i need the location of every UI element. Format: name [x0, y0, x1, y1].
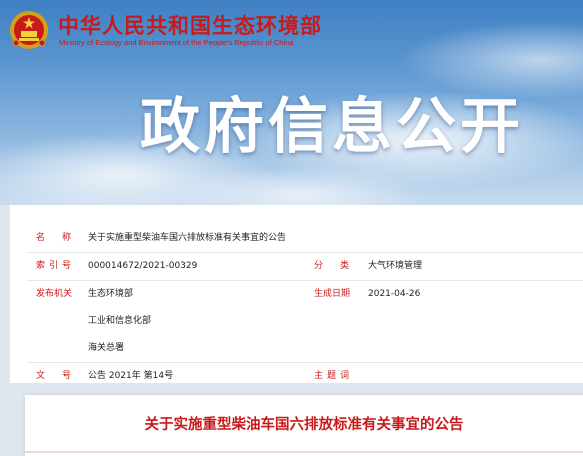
- ministry-name-cn[interactable]: 中华人民共和国生态环境部: [58, 10, 322, 40]
- ministry-name-en: Ministry of Ecology and Environment of t…: [59, 38, 294, 47]
- metadata-row-issuer: 发布机关 生态环境部 工业和信息化部 海关总署 生成日期 2021-04-26: [27, 281, 583, 363]
- banner-title: 政府信息公开: [140, 92, 524, 162]
- category-label: 分 类: [314, 261, 354, 271]
- name-label: 名 称: [36, 233, 76, 243]
- metadata-row-docno: 文 号 公告 2021年 第14号 主题词: [27, 363, 583, 390]
- title-divider: [25, 451, 583, 453]
- issuer-value-2: 工业和信息化部: [88, 316, 152, 326]
- category-value: 大气环境管理: [368, 261, 423, 271]
- issuer-value-3: 海关总署: [88, 343, 125, 353]
- date-value: 2021-04-26: [368, 289, 421, 299]
- docno-label: 文 号: [36, 371, 76, 381]
- index-value: 000014672/2021-00329: [88, 261, 198, 271]
- docno-value: 公告 2021年 第14号: [88, 371, 174, 381]
- metadata-table: 名 称 关于实施重型柴油车国六排放标准有关事宜的公告 索引号 000014672…: [27, 225, 583, 390]
- issuer-label: 发布机关: [36, 289, 73, 299]
- issuer-value-1: 生态环境部: [88, 289, 134, 299]
- national-emblem-icon[interactable]: [9, 10, 49, 50]
- header-banner: 中华人民共和国生态环境部 Ministry of Ecology and Env…: [0, 0, 583, 205]
- metadata-row-name: 名 称 关于实施重型柴油车国六排放标准有关事宜的公告: [27, 225, 583, 253]
- metadata-row-index: 索引号 000014672/2021-00329 分 类 大气环境管理: [27, 253, 583, 281]
- date-label: 生成日期: [314, 289, 351, 299]
- document-content-card: 关于实施重型柴油车国六排放标准有关事宜的公告: [25, 395, 583, 456]
- index-label: 索引号: [36, 261, 76, 271]
- document-title: 关于实施重型柴油车国六排放标准有关事宜的公告: [144, 417, 464, 433]
- document-metadata-panel: 名 称 关于实施重型柴油车国六排放标准有关事宜的公告 索引号 000014672…: [10, 205, 583, 383]
- name-value: 关于实施重型柴油车国六排放标准有关事宜的公告: [88, 233, 287, 243]
- keywords-label: 主题词: [314, 371, 354, 381]
